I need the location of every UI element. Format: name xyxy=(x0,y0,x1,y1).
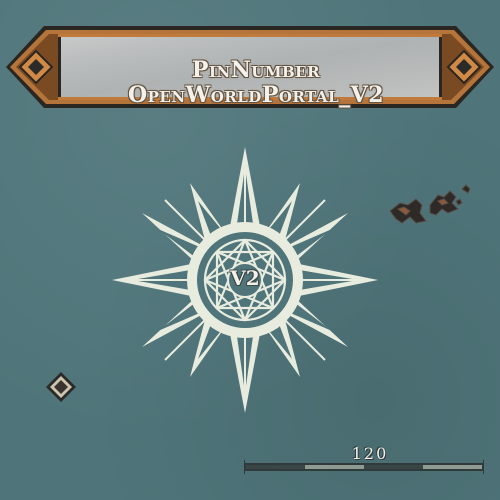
banner-title-line2: OpenWorldPortal_V2 xyxy=(127,82,385,108)
scale-bar xyxy=(244,460,484,474)
portal-label: V2 xyxy=(230,266,260,290)
title-banner: PinNumber OpenWorldPortal_V2 xyxy=(6,24,494,110)
banner-title-line1: PinNumber xyxy=(191,57,321,83)
banner-title: PinNumber OpenWorldPortal_V2 xyxy=(66,58,446,108)
diamond-marker-icon[interactable] xyxy=(44,370,78,404)
creature-group-icon[interactable] xyxy=(386,183,478,235)
